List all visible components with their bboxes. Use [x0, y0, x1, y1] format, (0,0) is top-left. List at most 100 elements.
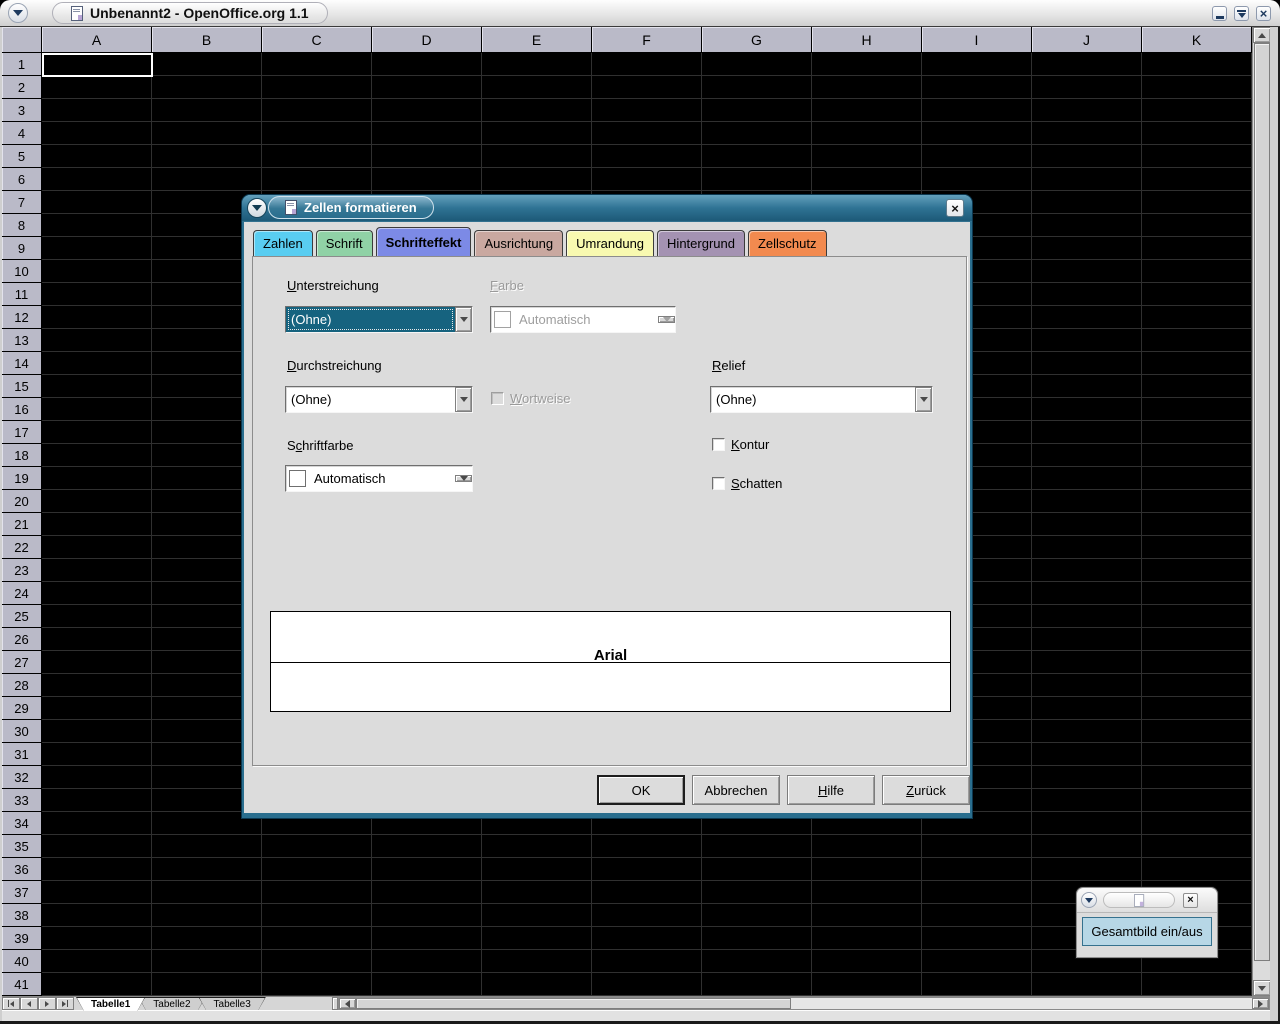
font-color-dropdown-button[interactable]: [455, 475, 472, 482]
scroll-down-button[interactable]: [1253, 980, 1271, 996]
last-sheet-button[interactable]: [56, 997, 74, 1010]
floating-close-button[interactable]: ×: [1183, 893, 1198, 908]
outline-checkbox[interactable]: Kontur: [712, 437, 769, 452]
previous-sheet-button[interactable]: [20, 997, 38, 1010]
row-header[interactable]: 25: [2, 605, 42, 628]
font-color-combobox[interactable]: Automatisch: [285, 465, 473, 492]
select-all-corner[interactable]: [2, 27, 42, 53]
vertical-scrollbar-thumb[interactable]: [1254, 43, 1270, 961]
row-header[interactable]: 37: [2, 881, 42, 904]
row-header[interactable]: 11: [2, 283, 42, 306]
row-header[interactable]: 18: [2, 444, 42, 467]
scroll-up-button[interactable]: [1253, 27, 1271, 43]
maximize-button[interactable]: [1234, 6, 1249, 21]
underline-combobox[interactable]: (Ohne): [285, 306, 473, 333]
row-header[interactable]: 17: [2, 421, 42, 444]
row-header[interactable]: 34: [2, 812, 42, 835]
column-header[interactable]: K: [1142, 27, 1252, 53]
row-header[interactable]: 10: [2, 260, 42, 283]
row-header[interactable]: 5: [2, 145, 42, 168]
row-header[interactable]: 32: [2, 766, 42, 789]
row-header[interactable]: 12: [2, 306, 42, 329]
column-header[interactable]: F: [592, 27, 702, 53]
row-header[interactable]: 22: [2, 536, 42, 559]
dialog-tab[interactable]: Umrandung: [566, 230, 654, 256]
checkbox-icon[interactable]: [712, 438, 725, 451]
column-header[interactable]: H: [812, 27, 922, 53]
row-header[interactable]: 35: [2, 835, 42, 858]
next-sheet-button[interactable]: [38, 997, 56, 1010]
dialog-tab[interactable]: Schrift: [316, 230, 373, 256]
floating-menu-button[interactable]: [1081, 892, 1097, 908]
ok-button[interactable]: OK: [597, 775, 685, 805]
row-header[interactable]: 23: [2, 559, 42, 582]
row-header[interactable]: 21: [2, 513, 42, 536]
row-header[interactable]: 40: [2, 950, 42, 973]
cancel-button[interactable]: Abbrechen: [692, 775, 780, 805]
shadow-checkbox[interactable]: Schatten: [712, 476, 782, 491]
column-header[interactable]: G: [702, 27, 812, 53]
checkbox-icon[interactable]: [712, 477, 725, 490]
row-header[interactable]: 36: [2, 858, 42, 881]
row-header[interactable]: 3: [2, 99, 42, 122]
row-header[interactable]: 14: [2, 352, 42, 375]
row-header[interactable]: 20: [2, 490, 42, 513]
row-header[interactable]: 26: [2, 628, 42, 651]
row-header[interactable]: 1: [2, 53, 42, 76]
horizontal-scrollbar[interactable]: [338, 997, 1270, 1010]
dialog-titlebar[interactable]: Zellen formatieren ×: [242, 195, 972, 222]
row-header[interactable]: 33: [2, 789, 42, 812]
back-button[interactable]: Zurück: [882, 775, 970, 805]
row-header[interactable]: 9: [2, 237, 42, 260]
row-header[interactable]: 38: [2, 904, 42, 927]
row-header[interactable]: 16: [2, 398, 42, 421]
row-header[interactable]: 13: [2, 329, 42, 352]
row-header[interactable]: 41: [2, 973, 42, 996]
horizontal-scrollbar-thumb[interactable]: [356, 998, 791, 1009]
dialog-menu-button[interactable]: [247, 198, 267, 218]
strikethrough-dropdown-button[interactable]: [455, 387, 472, 412]
floating-titlebar[interactable]: ×: [1077, 888, 1217, 913]
column-header[interactable]: E: [482, 27, 592, 53]
vertical-scrollbar[interactable]: [1252, 27, 1270, 996]
dialog-tab[interactable]: Schrifteffekt: [376, 227, 472, 256]
dialog-tab[interactable]: Zahlen: [253, 230, 313, 256]
help-button[interactable]: Hilfe: [787, 775, 875, 805]
sheet-tab[interactable]: Tabelle2: [138, 997, 205, 1011]
column-header[interactable]: D: [372, 27, 482, 53]
dialog-close-button[interactable]: ×: [946, 199, 964, 217]
row-header[interactable]: 24: [2, 582, 42, 605]
column-header[interactable]: A: [42, 27, 152, 53]
window-menu-button[interactable]: [8, 3, 28, 23]
first-sheet-button[interactable]: [2, 997, 20, 1010]
underline-dropdown-button[interactable]: [455, 307, 472, 332]
row-header[interactable]: 30: [2, 720, 42, 743]
scroll-left-button[interactable]: [339, 998, 356, 1009]
relief-combobox[interactable]: (Ohne): [710, 386, 933, 413]
column-header[interactable]: B: [152, 27, 262, 53]
dialog-tab[interactable]: Zellschutz: [748, 230, 827, 256]
row-header[interactable]: 27: [2, 651, 42, 674]
column-header[interactable]: I: [922, 27, 1032, 53]
row-header[interactable]: 31: [2, 743, 42, 766]
cell-cursor-a1[interactable]: [42, 53, 153, 77]
row-header[interactable]: 39: [2, 927, 42, 950]
sheet-tab[interactable]: Tabelle1: [76, 997, 145, 1011]
row-header[interactable]: 2: [2, 76, 42, 99]
row-header[interactable]: 15: [2, 375, 42, 398]
row-header[interactable]: 6: [2, 168, 42, 191]
sheet-tab[interactable]: Tabelle3: [199, 997, 266, 1011]
scroll-right-button[interactable]: [1252, 998, 1269, 1009]
relief-dropdown-button[interactable]: [915, 387, 932, 412]
column-header[interactable]: C: [262, 27, 372, 53]
row-header[interactable]: 28: [2, 674, 42, 697]
row-header[interactable]: 29: [2, 697, 42, 720]
close-button[interactable]: ×: [1256, 6, 1271, 21]
row-header[interactable]: 7: [2, 191, 42, 214]
row-header[interactable]: 4: [2, 122, 42, 145]
row-header[interactable]: 19: [2, 467, 42, 490]
column-header[interactable]: J: [1032, 27, 1142, 53]
dialog-tab[interactable]: Ausrichtung: [474, 230, 563, 256]
strikethrough-combobox[interactable]: (Ohne): [285, 386, 473, 413]
row-header[interactable]: 8: [2, 214, 42, 237]
